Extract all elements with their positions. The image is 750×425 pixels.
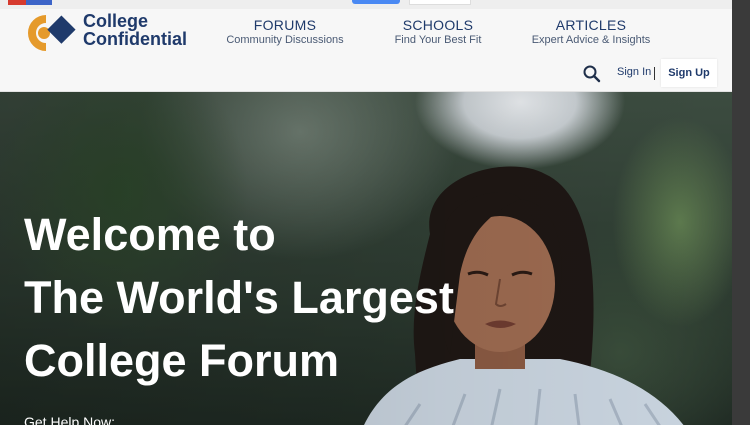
logo-line-1: College [83,11,149,31]
hero-headline-line-3: College Forum [24,335,340,386]
hero-headline-line-2: The World's Largest [24,272,454,323]
sign-in-link[interactable]: Sign In [617,66,651,78]
sign-up-button[interactable]: Sign Up [661,59,717,87]
nav-schools-subtitle: Find Your Best Fit [394,34,482,46]
browser-active-tab[interactable] [352,0,400,4]
search-icon[interactable] [582,64,602,84]
browser-tab[interactable] [409,0,471,5]
hero-headline: Welcome to The World's Largest College F… [24,203,454,392]
window-edge [732,0,750,425]
auth-divider [654,67,655,80]
nav-articles-title: ARTICLES [555,17,627,33]
get-help-label: Get Help Now: [24,414,116,425]
logo-line-2: Confidential [83,29,187,49]
nav-articles[interactable]: ARTICLES Expert Advice & Insights [530,17,652,46]
browser-strip [0,0,750,9]
nav-articles-subtitle: Expert Advice & Insights [531,34,651,46]
college-confidential-logo[interactable] [24,13,78,53]
site-header: College Confidential FORUMS Community Di… [0,9,732,92]
nav-schools[interactable]: SCHOOLS Find Your Best Fit [392,17,484,46]
browser-tab-favicons [8,0,52,5]
hero-banner: Welcome to The World's Largest College F… [0,92,732,425]
hero-headline-line-1: Welcome to [24,209,276,260]
nav-schools-title: SCHOOLS [402,17,474,33]
logo-text[interactable]: College Confidential [83,12,187,48]
nav-forums[interactable]: FORUMS Community Discussions [224,17,346,46]
nav-forums-subtitle: Community Discussions [226,34,344,46]
nav-forums-title: FORUMS [253,17,317,33]
